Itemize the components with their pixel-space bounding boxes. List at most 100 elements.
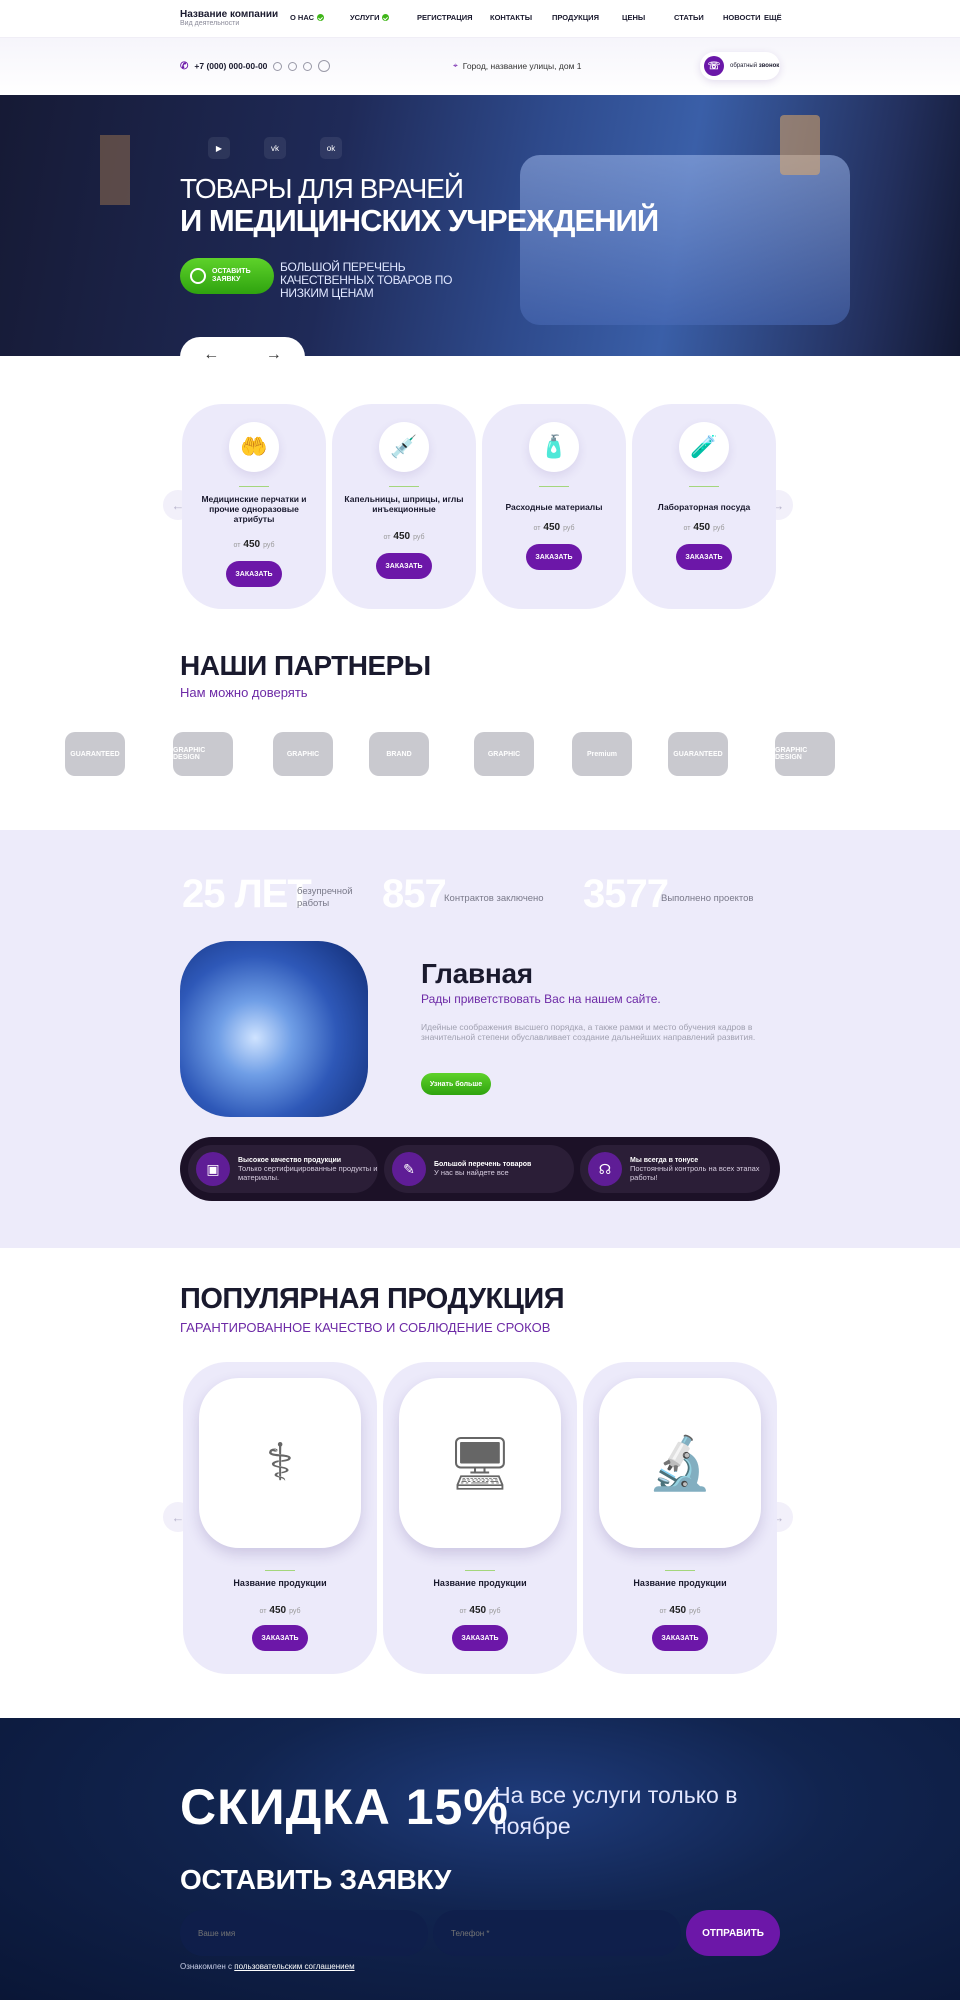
partner-logo[interactable]: GRAPHIC DESIGN [775,732,835,776]
price-from: от [233,542,241,549]
divider-line [539,486,569,487]
stat-label-contracts: Контрактов заключено [444,893,544,904]
stat-label-years: безупречной работы [297,886,353,909]
order-button[interactable]: ЗАКАЗАТЬ [526,544,582,570]
arrow-right-icon[interactable]: → [266,346,282,364]
phone-input[interactable] [433,1910,681,1956]
hero-subtitle: БОЛЬШОЙ ПЕРЕЧЕНЬ КАЧЕСТВЕННЫХ ТОВАРОВ ПО… [280,260,453,300]
submit-button[interactable]: ОТПРАВИТЬ [686,1910,780,1956]
vk-icon[interactable]: vk [264,137,286,159]
nav-item-3[interactable]: Контакты [490,13,532,22]
feature-description: Постоянный контроль на всех этапах работ… [630,1163,760,1182]
order-button[interactable]: ЗАКАЗАТЬ [652,1625,708,1651]
learn-more-button[interactable]: Узнать больше [421,1073,491,1095]
category-card[interactable]: 🧴 Расходные материалы от 450 руб ЗАКАЗАТЬ [482,404,626,609]
order-button[interactable]: ЗАКАЗАТЬ [676,544,732,570]
youtube-icon[interactable]: ▶ [208,137,230,159]
whatsapp-icon[interactable] [288,61,298,71]
feature-item: ▣ Высокое качество продукции Только сертиф… [188,1145,378,1193]
product-image: 🖥 [399,1378,561,1548]
partners-subtitle: Нам можно доверять [180,685,308,700]
discount-section [0,1718,960,2000]
hero-background-window [780,115,820,175]
category-card[interactable]: 🤲 Медицинские перчатки и прочие одноразов… [182,404,326,609]
product-image: ⚕ [199,1378,361,1548]
partner-logo[interactable]: GRAPHIC DESIGN [173,732,233,776]
category-card[interactable]: 💉 Капельницы, шприцы, иглы инъекционные от… [332,404,476,609]
category-icon: 🧪 [679,422,729,472]
product-card[interactable]: 🖥 Название продукции от 450 руб ЗАКАЗАТЬ [383,1362,577,1674]
feature-text: Мы всегда в тонусе Постоянный контроль на… [630,1157,770,1182]
callback-label: обратный звонок [730,63,780,69]
check-dot-icon [316,14,324,21]
partner-logo[interactable]: GRAPHIC [474,732,534,776]
category-card[interactable]: 🧪 Лабораторная посуда от 450 руб ЗАКАЗАТЬ [632,404,776,609]
category-title: Медицинские перчатки и прочие одноразовы… [201,494,307,524]
partner-logo[interactable]: GRAPHIC [273,732,333,776]
price-value: 450 [243,539,261,550]
feature-title: Большой перечень товаров [434,1161,532,1168]
more-contacts-icon[interactable] [318,60,331,72]
product-card[interactable]: ⚕ Название продукции от 450 руб ЗАКАЗАТЬ [183,1362,377,1674]
phone-number[interactable]: +7 (000) 000-00-00 [194,61,267,71]
price-value: 450 [693,522,711,533]
laboratory-glassware-image [180,941,368,1117]
telegram-icon[interactable] [273,61,283,71]
partner-logo[interactable]: Premium [572,732,632,776]
nav-item-4[interactable]: Продукция [552,13,599,22]
order-button[interactable]: ЗАКАЗАТЬ [376,553,432,579]
odnoklassniki-icon[interactable]: ok [320,137,342,159]
product-title: Название продукции [233,1578,327,1588]
product-card[interactable]: 🔬 Название продукции от 450 руб ЗАКАЗАТЬ [583,1362,777,1674]
callback-button[interactable]: ☏ обратный звонок [700,52,780,80]
nav-item-0[interactable]: О нас [290,13,324,22]
nav-item-label: Услуги [350,13,380,22]
hero-request-button[interactable]: ОСТАВИТЬ ЗАЯВКУ [180,258,274,294]
feature-item: ✎ Большой перечень товаров У нас вы найдет… [384,1145,574,1193]
nav-item-8[interactable]: Ещё [764,13,782,22]
price-currency: руб [413,534,425,541]
product-price: от 450 руб [383,1605,577,1616]
nav-item-5[interactable]: Цены [622,13,645,22]
divider-line [265,1570,295,1571]
arrow-left-icon[interactable]: ← [203,346,219,364]
name-input[interactable] [180,1910,428,1956]
nav-item-label: Цены [622,13,646,22]
partner-logo[interactable]: BRAND [369,732,429,776]
feature-description: У нас вы найдете все [434,1168,509,1177]
order-button[interactable]: ЗАКАЗАТЬ [252,1625,308,1651]
stat-number-projects: 3577 [583,872,669,916]
price-from: от [659,1608,667,1615]
viber-icon[interactable] [303,61,313,71]
product-image: 🔬 [599,1378,761,1548]
price-currency: руб [689,1608,701,1615]
social-links: ▶ vk ok [208,137,342,159]
nav-item-1[interactable]: Услуги [350,13,390,22]
price-currency: руб [489,1608,501,1615]
discount-text: На все услуги только в ноябре [494,1782,738,1839]
partner-logo[interactable]: GUARANTEED [668,732,728,776]
divider-line [465,1570,495,1571]
feature-text: Большой перечень товаров У нас вы найдете… [434,1161,531,1177]
hero-banner: ▶ vk ok ТОВАРЫ ДЛЯ ВРАЧЕЙ И МЕДИЦИНСКИХ … [0,95,960,356]
nav-item-7[interactable]: Новости [723,13,761,22]
price-value: 450 [393,531,411,542]
partner-logo[interactable]: GUARANTEED [65,732,125,776]
order-button[interactable]: ЗАКАЗАТЬ [452,1625,508,1651]
agreement-link[interactable]: пользовательским соглашением [234,1962,354,1971]
top-header: Название компании Вид деятельности О нас… [0,0,960,38]
request-form-title: ОСТАВИТЬ ЗАЯВКУ [180,1864,452,1895]
nav-item-2[interactable]: Регистрация [417,13,472,22]
category-title: Расходные материалы [505,502,603,512]
nav-item-6[interactable]: Статьи [674,13,704,22]
address-block: ⌖ Город, название улицы, дом 1 [453,60,582,71]
company-name[interactable]: Название компании [180,9,278,20]
hero-title-line2: И МЕДИЦИНСКИХ УЧРЕЖДЕНИЙ [180,203,659,238]
price-currency: руб [563,525,575,532]
category-title: Лабораторная посуда [657,502,751,512]
divider-line [665,1570,695,1571]
category-price: от 450 руб [182,539,326,550]
order-button[interactable]: ЗАКАЗАТЬ [226,561,282,587]
check-dot-icon [382,14,390,21]
company-subtitle: Вид деятельности [180,20,240,27]
